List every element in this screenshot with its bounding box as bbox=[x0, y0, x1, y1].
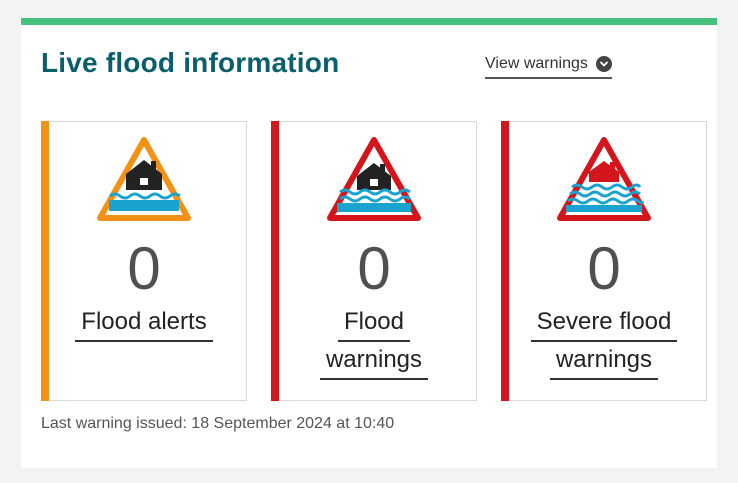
flood-alerts-count: 0 bbox=[127, 235, 161, 302]
severe-flood-warnings-count: 0 bbox=[587, 235, 621, 302]
flood-warnings-count: 0 bbox=[357, 235, 391, 302]
chevron-down-icon bbox=[595, 56, 612, 72]
severe-flood-warnings-link[interactable]: Severe flood warnings bbox=[530, 304, 678, 380]
flood-alert-icon bbox=[97, 137, 191, 221]
flood-alerts-label: Flood alerts bbox=[75, 304, 213, 342]
severe-flood-warning-icon bbox=[557, 137, 651, 221]
last-warning-issued: Last warning issued: 18 September 2024 a… bbox=[41, 415, 395, 432]
flood-alerts-link[interactable]: Flood alerts bbox=[75, 304, 213, 342]
panel-title: Live flood information bbox=[41, 47, 340, 78]
flood-warnings-link[interactable]: Flood warnings bbox=[319, 304, 429, 380]
live-flood-panel: Live flood information View warnings 0 F… bbox=[21, 18, 717, 468]
flood-warnings-label-line-2: warnings bbox=[319, 342, 429, 380]
flood-warnings-label-line-1: Flood bbox=[337, 304, 411, 342]
flood-alerts-card: 0 Flood alerts bbox=[41, 121, 247, 401]
flood-warning-icon bbox=[327, 137, 421, 221]
flood-warnings-card: 0 Flood warnings bbox=[271, 121, 477, 401]
view-warnings-link[interactable]: View warnings bbox=[485, 55, 612, 79]
severe-flood-warnings-card: 0 Severe flood warnings bbox=[501, 121, 707, 401]
view-warnings-label: View warnings bbox=[485, 55, 588, 72]
severe-flood-warnings-label-line-1: Severe flood bbox=[530, 304, 678, 342]
severe-flood-warnings-label-line-2: warnings bbox=[549, 342, 659, 380]
